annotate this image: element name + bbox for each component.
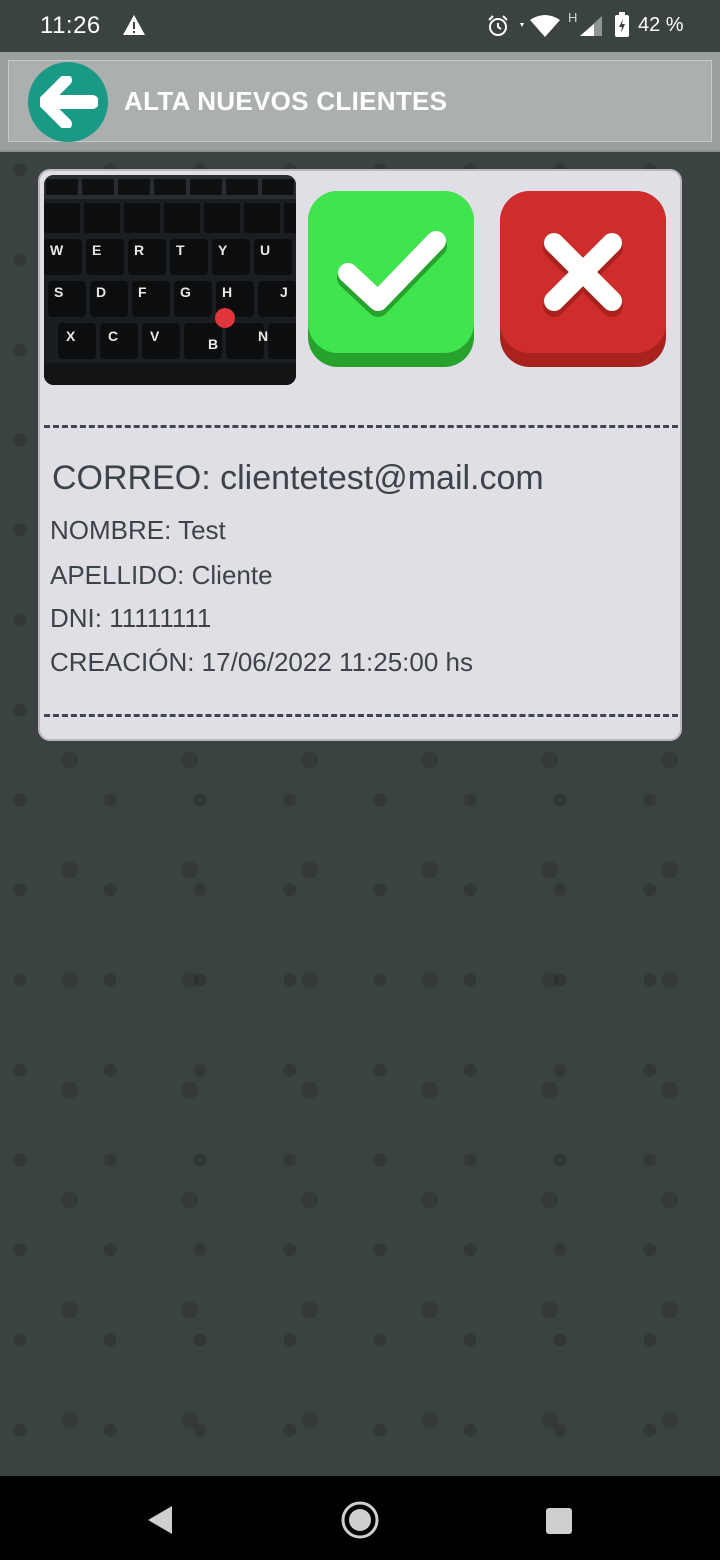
svg-text:D: D (96, 284, 106, 300)
accept-button-face (308, 191, 474, 353)
signal-icon: H (568, 10, 602, 36)
battery-icon (615, 12, 629, 37)
status-time: 11:26 (40, 12, 101, 39)
svg-text:S: S (54, 284, 63, 300)
svg-text:C: C (108, 328, 118, 344)
warning-icon (123, 15, 145, 35)
nav-recents-icon[interactable] (546, 1508, 572, 1534)
svg-text:J: J (280, 284, 288, 300)
svg-text:B: B (208, 336, 218, 352)
svg-text:N: N (258, 328, 268, 344)
divider-top (44, 425, 678, 428)
svg-text:U: U (260, 242, 270, 258)
svg-text:G: G (180, 284, 191, 300)
alarm-icon (488, 15, 508, 36)
svg-text:V: V (150, 328, 160, 344)
keyboard-photo-image: W E R T Y U S D F G H J X C V B N (44, 175, 296, 385)
svg-text:E: E (92, 242, 101, 258)
client-surname: APELLIDO: Cliente (50, 560, 273, 590)
battery-percent: 42 % (638, 14, 684, 36)
client-created: CREACIÓN: 17/06/2022 11:25:00 hs (50, 647, 473, 677)
svg-text:Y: Y (218, 242, 228, 258)
system-nav-bar (0, 1476, 720, 1560)
cross-icon (543, 233, 623, 317)
client-name: NOMBRE: Test (50, 515, 226, 545)
nav-back-icon[interactable] (146, 1504, 174, 1536)
accept-button[interactable] (308, 191, 474, 367)
client-email: CORREO: clientetest@mail.com (52, 459, 544, 497)
divider-bottom (44, 714, 678, 717)
back-button[interactable] (28, 62, 108, 142)
svg-text:X: X (66, 328, 76, 344)
svg-text:R: R (134, 242, 144, 258)
svg-text:W: W (50, 242, 64, 258)
client-card: W E R T Y U S D F G H J X C V B N CORREO… (38, 169, 682, 741)
nav-home-icon[interactable] (340, 1500, 380, 1540)
check-icon (337, 231, 447, 317)
reject-button[interactable] (500, 191, 666, 367)
reject-button-face (500, 191, 666, 353)
status-bar: 11:26 H 42 % (0, 0, 720, 52)
page-title: ALTA NUEVOS CLIENTES (124, 86, 448, 116)
arrow-left-icon (40, 76, 98, 128)
client-photo[interactable]: W E R T Y U S D F G H J X C V B N (44, 175, 296, 385)
svg-text:F: F (138, 284, 147, 300)
wifi-icon (520, 15, 560, 37)
svg-text:H: H (222, 284, 232, 300)
svg-text:H: H (568, 10, 577, 25)
svg-text:T: T (176, 242, 185, 258)
client-dni: DNI: 11111111 (50, 603, 212, 633)
